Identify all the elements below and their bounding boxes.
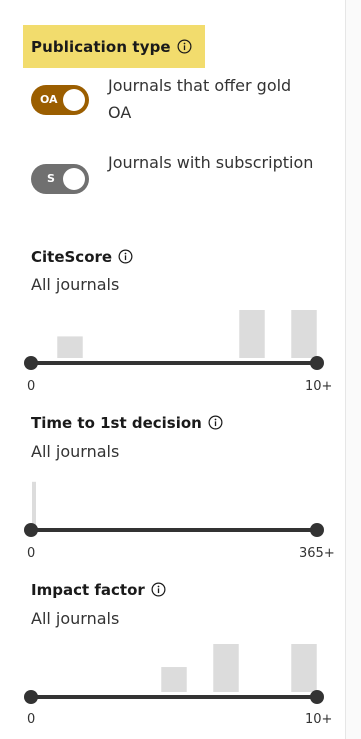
info-icon[interactable] — [151, 582, 166, 597]
histogram-bar — [32, 481, 36, 525]
decision-time-title: Time to 1st decision — [31, 414, 202, 432]
citescore-histogram — [24, 310, 324, 370]
impact-factor-filter-header: Impact factor — [31, 581, 166, 599]
decision-time-max-label: 365+ — [299, 546, 335, 561]
citescore-filter-header: CiteScore — [31, 248, 133, 266]
decision-time-filter-header: Time to 1st decision — [31, 414, 223, 432]
toggle-badge: OA — [40, 93, 58, 106]
decision-time-min-label: 0 — [27, 546, 36, 561]
histogram-bar — [291, 310, 317, 358]
subscription-label: Journals with subscription — [108, 153, 314, 172]
range-slider-max-handle[interactable] — [310, 356, 324, 370]
impact-factor-histogram — [24, 644, 324, 704]
decision-time-subtitle: All journals — [31, 442, 120, 461]
citescore-min-label: 0 — [27, 379, 36, 394]
range-slider-min-handle[interactable] — [24, 523, 38, 537]
toggle-row-subscription: S — [31, 164, 89, 194]
impact-factor-max-label: 10+ — [305, 712, 333, 727]
histogram-bar — [57, 336, 83, 358]
gold-oa-label: Journals that offer gold OA — [108, 76, 292, 122]
range-slider-min-handle[interactable] — [24, 690, 38, 704]
publication-type-title: Publication type — [31, 37, 171, 56]
impact-factor-subtitle: All journals — [31, 609, 120, 628]
info-icon[interactable] — [208, 415, 223, 430]
publication-type-header: Publication type — [23, 25, 205, 68]
toggle-badge: S — [47, 172, 55, 185]
impact-factor-title: Impact factor — [31, 581, 145, 599]
subscription-toggle[interactable]: S — [31, 164, 89, 194]
info-icon[interactable] — [177, 39, 192, 54]
range-slider-max-handle[interactable] — [310, 690, 324, 704]
toggle-knob — [63, 168, 85, 190]
range-slider-min-handle[interactable] — [24, 356, 38, 370]
decision-time-histogram — [24, 481, 324, 537]
citescore-title: CiteScore — [31, 248, 113, 266]
citescore-max-label: 10+ — [305, 379, 333, 394]
range-slider-max-handle[interactable] — [310, 523, 324, 537]
histogram-bar — [161, 667, 187, 692]
histogram-bar — [291, 644, 317, 692]
histogram-bar — [239, 310, 265, 358]
citescore-subtitle: All journals — [31, 275, 120, 294]
toggle-row-gold-oa: OA — [31, 85, 89, 115]
info-icon[interactable] — [118, 249, 133, 264]
histogram-bar — [213, 644, 239, 692]
toggle-knob — [63, 89, 85, 111]
impact-factor-min-label: 0 — [27, 712, 36, 727]
gold-oa-toggle[interactable]: OA — [31, 85, 89, 115]
